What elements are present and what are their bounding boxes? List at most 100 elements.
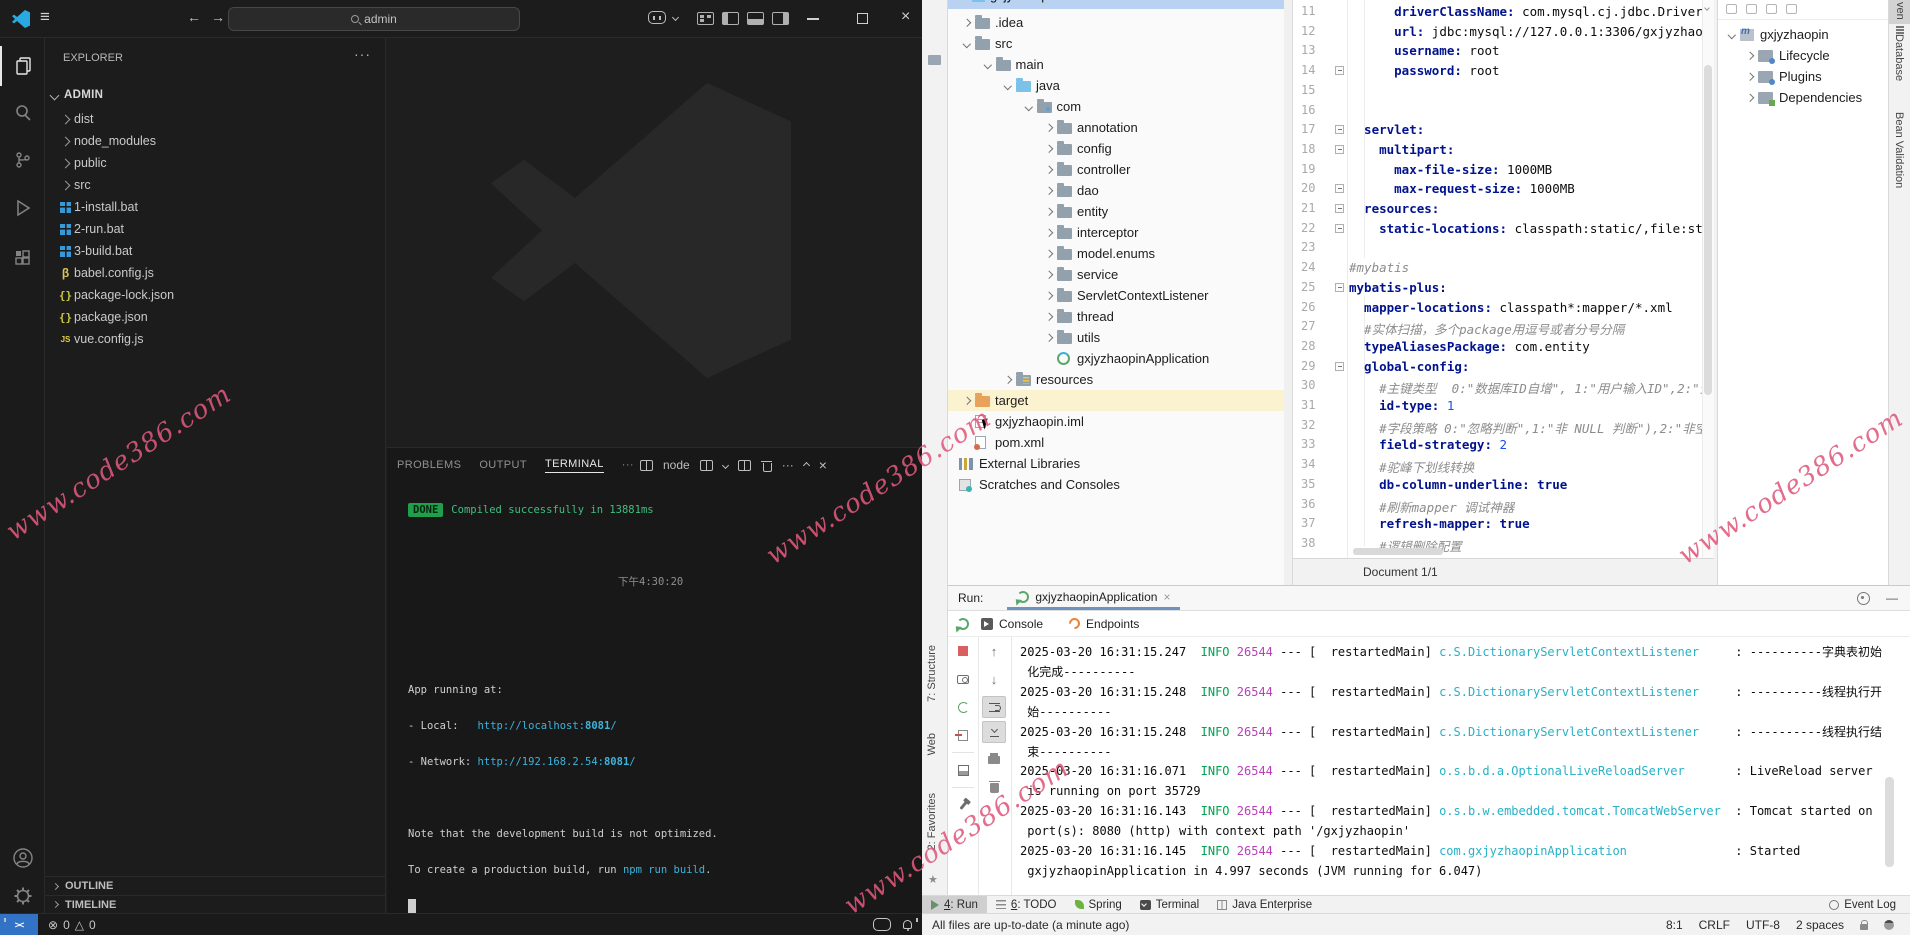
local-url-link[interactable]: http://localhost:8081/ — [478, 720, 617, 732]
yaml-editor[interactable]: 11 driverClassName: com.mysql.cj.jdbc.Dr… — [1293, 0, 1714, 558]
down-stack-trace-icon[interactable]: ↓ — [979, 665, 1009, 693]
menu-icon[interactable]: ≡ — [40, 7, 50, 27]
maven-item-dependencies[interactable]: Dependencies — [1718, 87, 1888, 108]
search-input[interactable]: admin — [228, 7, 520, 31]
readonly-lock-icon[interactable] — [1860, 924, 1868, 930]
highlighting-level-icon[interactable] — [1884, 920, 1894, 930]
maven-root-row[interactable]: gxjyzhaopin — [1718, 24, 1888, 45]
tree-row-target[interactable]: target — [948, 390, 1292, 411]
search-view-icon[interactable] — [0, 93, 45, 133]
window-minimize-button[interactable] — [807, 18, 819, 20]
tree-row--idea[interactable]: .idea — [948, 12, 1292, 33]
chevron-icon[interactable] — [1041, 125, 1057, 131]
close-panel-icon[interactable]: × — [819, 457, 827, 473]
maximize-panel-icon[interactable] — [803, 461, 810, 468]
file-row[interactable]: 2-run.bat — [45, 218, 385, 240]
soft-wrap-icon[interactable] — [982, 696, 1006, 718]
thread-dump-camera-icon[interactable] — [948, 665, 978, 693]
chevron-icon[interactable] — [980, 62, 996, 68]
clear-console-icon[interactable] — [979, 774, 1009, 802]
pin-icon[interactable] — [948, 791, 978, 819]
maven-refresh-icon[interactable] — [1726, 4, 1737, 14]
maven-execute-icon[interactable] — [1766, 4, 1777, 14]
tree-row-dao[interactable]: dao — [948, 180, 1292, 201]
run-console-output[interactable]: 2025-03-20 16:31:15.247 INFO 26544 --- [… — [1012, 637, 1896, 895]
chevron-icon[interactable] — [959, 20, 975, 26]
project-tool-icon[interactable] — [928, 55, 941, 65]
tab-output[interactable]: OUTPUT — [479, 459, 527, 471]
toggle-secondary-sidebar-icon[interactable] — [772, 12, 789, 25]
folder-row[interactable]: dist — [45, 108, 385, 130]
window-close-button[interactable]: × — [901, 8, 910, 26]
fold-icon[interactable] — [1335, 283, 1344, 292]
event-log-button[interactable]: Event Log — [1829, 899, 1910, 911]
copilot-status-icon[interactable] — [873, 918, 891, 931]
notifications-bell-icon[interactable] — [903, 920, 912, 929]
chevron-icon[interactable] — [1021, 104, 1037, 110]
toolbar-spring[interactable]: Spring — [1066, 896, 1131, 913]
tree-row-thread[interactable]: thread — [948, 306, 1292, 327]
scroll-to-end-icon[interactable] — [982, 721, 1006, 743]
caret-position[interactable]: 8:1 — [1666, 918, 1683, 932]
fold-icon[interactable] — [1335, 362, 1344, 371]
tree-row-java[interactable]: java — [948, 75, 1292, 96]
tree-row-gxjyzhaopinApplication[interactable]: gxjyzhaopinApplication — [948, 348, 1292, 369]
explorer-icon[interactable] — [0, 46, 45, 86]
folder-row[interactable]: node_modules — [45, 130, 385, 152]
tool-favorites[interactable]: 2: Favorites — [926, 793, 938, 850]
tool-database[interactable]: Database — [1893, 34, 1905, 81]
tree-row-model-enums[interactable]: model.enums — [948, 243, 1292, 264]
run-debug-icon[interactable] — [0, 188, 45, 228]
fold-icon[interactable] — [1335, 184, 1344, 193]
tree-row-com[interactable]: com — [948, 96, 1292, 117]
tool-bean-validation[interactable]: Bean Validation — [1893, 112, 1905, 188]
tree-row-main[interactable]: main — [948, 54, 1292, 75]
file-row[interactable]: {}package-lock.json — [45, 284, 385, 306]
account-icon[interactable] — [0, 838, 45, 878]
tree-row-entity[interactable]: entity — [948, 201, 1292, 222]
tree-row-annotation[interactable]: annotation — [948, 117, 1292, 138]
toggle-sidebar-icon[interactable] — [722, 12, 739, 25]
update-application-icon[interactable] — [948, 693, 978, 721]
file-row[interactable]: 1-install.bat — [45, 196, 385, 218]
toolbar-run[interactable]: 4: Run — [922, 896, 987, 913]
rerun-icon[interactable] — [957, 618, 969, 630]
chevron-down-icon[interactable] — [672, 14, 679, 21]
run-settings-gear-icon[interactable] — [1857, 592, 1870, 605]
exit-icon[interactable] — [948, 721, 978, 749]
chevron-icon[interactable] — [1041, 146, 1057, 152]
tree-row-ServletContextListener[interactable]: ServletContextListener — [948, 285, 1292, 306]
problems-status[interactable]: ⊗ 0 △ 0 — [48, 918, 96, 932]
restore-layout-icon[interactable] — [948, 756, 978, 784]
fold-icon[interactable] — [1335, 145, 1344, 154]
tool-web[interactable]: Web — [926, 733, 938, 755]
tree-row-resources[interactable]: resources — [948, 369, 1292, 390]
new-terminal-icon[interactable] — [738, 460, 751, 471]
tab-problems[interactable]: PROBLEMS — [397, 459, 461, 471]
file-row[interactable]: 3-build.bat — [45, 240, 385, 262]
panel-more-icon[interactable]: ··· — [622, 459, 634, 471]
tree-row-gxjyzhaopin-iml[interactable]: gxjyzhaopin.iml — [948, 411, 1292, 432]
editor-hscrollbar[interactable] — [1353, 548, 1443, 555]
fold-icon[interactable] — [1335, 125, 1344, 134]
tab-endpoints[interactable]: Endpoints — [1069, 617, 1139, 631]
chevron-icon[interactable] — [1041, 209, 1057, 215]
maven-settings-icon[interactable] — [1786, 4, 1797, 14]
fold-icon[interactable] — [1335, 66, 1344, 75]
tree-row-service[interactable]: service — [948, 264, 1292, 285]
timeline-section[interactable]: TIMELINE — [45, 895, 385, 913]
hide-tool-window-icon[interactable]: — — [1886, 591, 1898, 605]
console-scrollbar[interactable] — [1885, 777, 1894, 867]
tree-row-pom-xml[interactable]: pom.xml — [948, 432, 1292, 453]
network-url-link[interactable]: http://192.168.2.54:8081/ — [478, 756, 636, 768]
chevron-icon[interactable] — [1041, 188, 1057, 194]
more-actions-icon[interactable]: ··· — [354, 46, 371, 62]
chevron-icon[interactable] — [1041, 167, 1057, 173]
folder-row[interactable]: public — [45, 152, 385, 174]
source-control-icon[interactable] — [0, 140, 45, 180]
indent-setting[interactable]: 2 spaces — [1796, 918, 1844, 932]
chevron-icon[interactable] — [959, 398, 975, 404]
maven-item-plugins[interactable]: Plugins — [1718, 66, 1888, 87]
maven-item-lifecycle[interactable]: Lifecycle — [1718, 45, 1888, 66]
print-icon[interactable] — [979, 746, 1009, 774]
